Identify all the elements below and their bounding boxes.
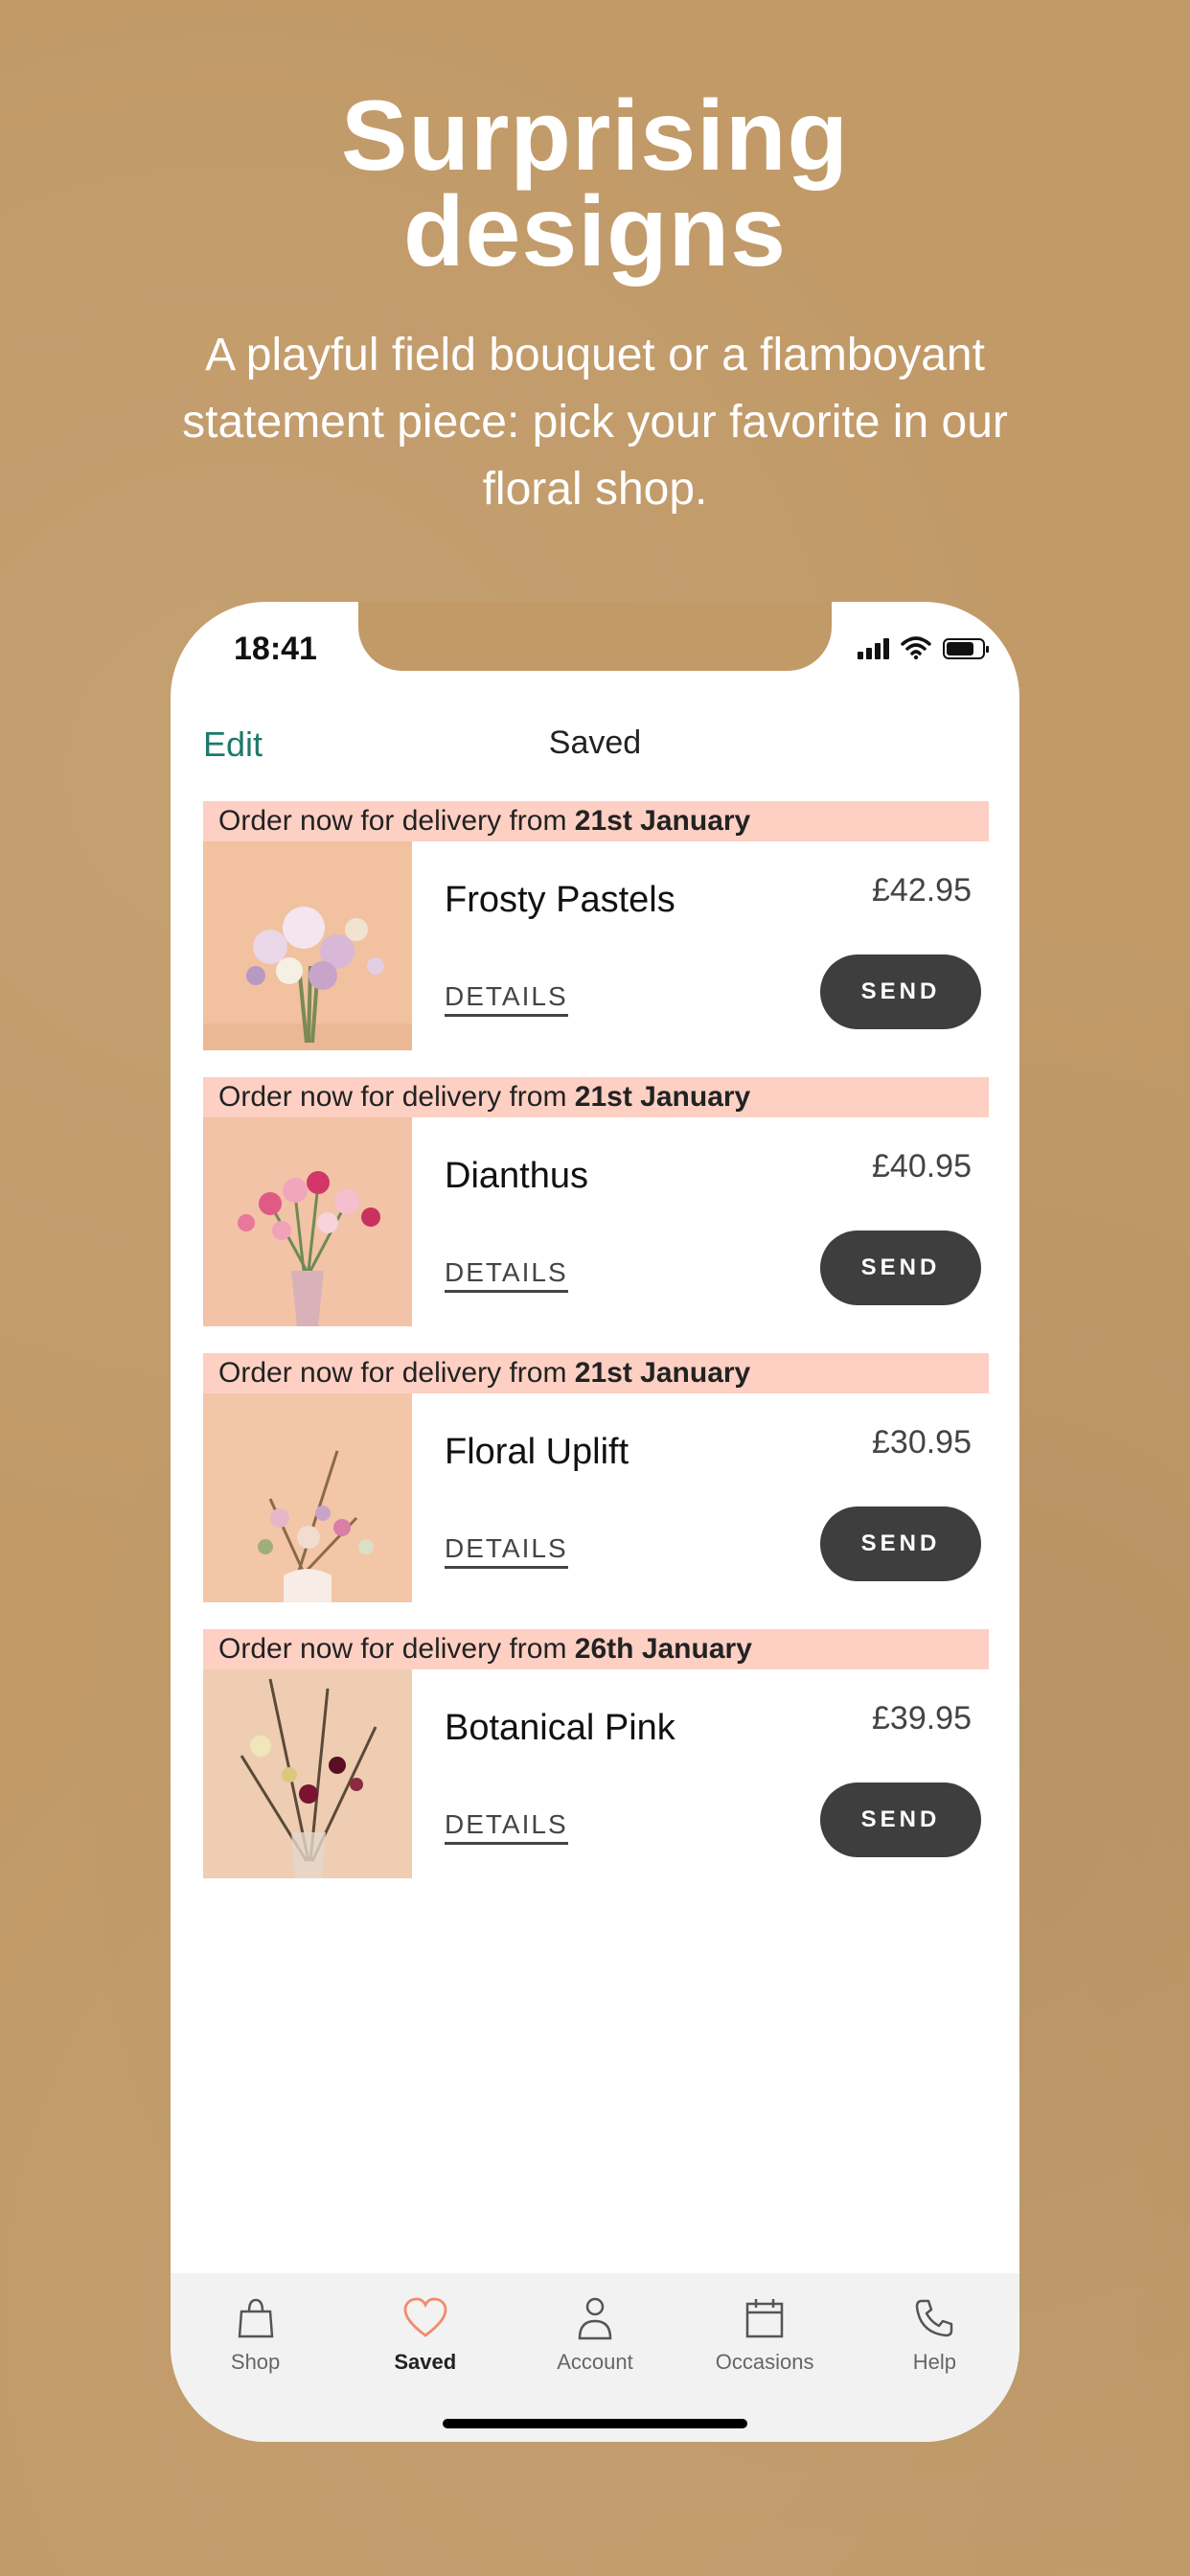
list-item: Order now for delivery from 21st January — [203, 1077, 989, 1353]
phone-frame: 18:41 Edit Saved Order now for delivery … — [171, 602, 1019, 2442]
banner-date: 26th January — [574, 1633, 752, 1665]
nav-bar: Edit Saved — [171, 715, 1019, 772]
list-item: Order now for delivery from 26th January… — [203, 1629, 989, 1905]
details-link[interactable]: DETAILS — [445, 981, 568, 1017]
product-name[interactable]: Floral Uplift — [445, 1432, 629, 1473]
product-name[interactable]: Frosty Pastels — [445, 880, 675, 921]
delivery-banner: Order now for delivery from 21st January — [203, 801, 989, 841]
phone-icon — [858, 2292, 1011, 2344]
tab-occasions[interactable]: Occasions — [688, 2292, 841, 2375]
heart-icon — [349, 2292, 502, 2344]
saved-list: Order now for delivery from 21st January — [203, 801, 989, 1905]
headline: Surprising designs — [0, 80, 1190, 288]
wifi-icon — [901, 636, 931, 659]
banner-text: Order now for delivery from — [218, 1357, 567, 1389]
banner-date: 21st January — [574, 805, 751, 837]
details-link[interactable]: DETAILS — [445, 1257, 568, 1293]
banner-text: Order now for delivery from — [218, 1081, 567, 1113]
delivery-banner: Order now for delivery from 21st January — [203, 1353, 989, 1393]
banner-text: Order now for delivery from — [218, 1633, 567, 1665]
product-price: £42.95 — [872, 872, 972, 908]
signal-icon — [858, 636, 889, 659]
person-icon — [518, 2292, 672, 2344]
delivery-banner: Order now for delivery from 26th January — [203, 1629, 989, 1669]
product-image[interactable] — [203, 1393, 412, 1602]
send-button[interactable]: SEND — [820, 1506, 981, 1581]
tab-label: Shop — [230, 2350, 281, 2374]
product-image[interactable] — [203, 841, 412, 1050]
status-time: 18:41 — [234, 631, 317, 667]
headline-line1: Surprising — [340, 80, 850, 192]
banner-date: 21st January — [574, 1357, 751, 1389]
subheadline: A playful field bouquet or a flamboyant … — [182, 330, 1008, 515]
product-price: £40.95 — [872, 1148, 972, 1184]
product-price: £30.95 — [872, 1424, 972, 1460]
product-name[interactable]: Botanical Pink — [445, 1708, 675, 1749]
product-price: £39.95 — [872, 1700, 972, 1736]
headline-line2: designs — [403, 176, 787, 288]
tab-label: Account — [557, 2350, 633, 2374]
status-icons — [858, 636, 989, 659]
home-indicator[interactable] — [443, 2419, 747, 2428]
product-name[interactable]: Dianthus — [445, 1156, 588, 1197]
tab-help[interactable]: Help — [858, 2292, 1011, 2375]
tab-label: Occasions — [715, 2350, 814, 2374]
details-link[interactable]: DETAILS — [445, 1809, 568, 1845]
calendar-icon — [688, 2292, 841, 2344]
tab-label: Help — [912, 2350, 956, 2374]
phone-notch — [358, 602, 832, 671]
details-link[interactable]: DETAILS — [445, 1533, 568, 1569]
send-button[interactable]: SEND — [820, 1230, 981, 1305]
banner-date: 21st January — [574, 1081, 751, 1113]
banner-text: Order now for delivery from — [218, 805, 567, 837]
tab-label: Saved — [394, 2350, 457, 2374]
tab-saved[interactable]: Saved — [349, 2292, 502, 2375]
list-item: Order now for delivery from 21st January… — [203, 1353, 989, 1629]
bag-icon — [179, 2292, 332, 2344]
send-button[interactable]: SEND — [820, 954, 981, 1029]
tab-shop[interactable]: Shop — [179, 2292, 332, 2375]
battery-icon — [943, 638, 989, 659]
product-image[interactable] — [203, 1669, 412, 1878]
list-item: Order now for delivery from 21st January — [203, 801, 989, 1077]
delivery-banner: Order now for delivery from 21st January — [203, 1077, 989, 1117]
tab-bar: Shop Saved Account Occasions Help — [171, 2273, 1019, 2442]
product-image[interactable] — [203, 1117, 412, 1326]
page-title: Saved — [548, 724, 642, 761]
tab-account[interactable]: Account — [518, 2292, 672, 2375]
send-button[interactable]: SEND — [820, 1782, 981, 1857]
